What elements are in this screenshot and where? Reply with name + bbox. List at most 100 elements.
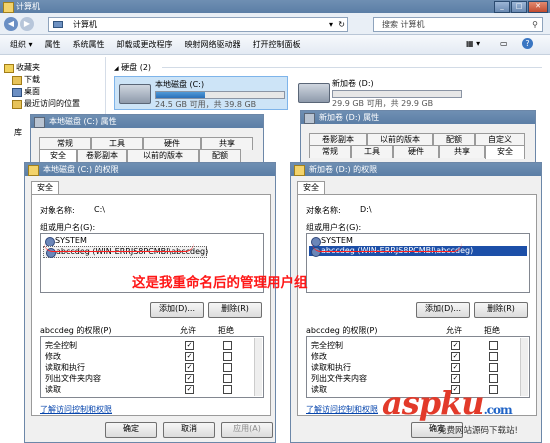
perm-c-add-button[interactable]: 添加(D)... [150, 302, 204, 318]
deny-checkbox[interactable] [489, 341, 498, 350]
tab-sharing[interactable]: 共享 [439, 145, 485, 158]
drive-d-usage-bar [332, 90, 462, 98]
watermark-tagline: 免费网站源码下载站! [438, 426, 518, 436]
permission-label: 读取 [45, 385, 61, 394]
star-icon [4, 64, 14, 73]
computer-small-icon [53, 21, 63, 28]
deny-checkbox[interactable] [223, 374, 232, 383]
deny-checkbox[interactable] [223, 363, 232, 372]
allow-checkbox[interactable] [451, 374, 460, 383]
back-icon[interactable]: ◀ [4, 17, 18, 31]
perm-d-help-link[interactable]: 了解访问控制和权限 [306, 404, 378, 415]
deny-checkbox[interactable] [223, 385, 232, 394]
tab-general[interactable]: 常规 [309, 145, 351, 158]
allow-checkbox[interactable] [451, 363, 460, 372]
permission-scrollbar[interactable] [254, 338, 262, 396]
menu-organize[interactable]: 组织 ▾ [10, 39, 33, 50]
drive-small-icon [304, 113, 315, 124]
props-c-titlebar[interactable]: 本地磁盘 (C:) 属性 [31, 115, 263, 128]
tab-shadow-copies[interactable]: 卷影副本 [77, 149, 127, 162]
allow-checkbox[interactable] [451, 341, 460, 350]
deny-checkbox[interactable] [489, 363, 498, 372]
allow-checkbox[interactable] [451, 352, 460, 361]
tab-previous-versions[interactable]: 以前的版本 [127, 149, 199, 162]
folder-icon [12, 76, 22, 85]
help-icon[interactable]: ? [522, 38, 533, 49]
drive-c-name: 本地磁盘 (C:) [155, 80, 205, 89]
perm-d-user-list[interactable]: SYSTEM abccdeg (WIN-ERRJS8PCMBI\abccdeg) [306, 233, 530, 293]
drive-c-info: 24.5 GB 可用，共 39.8 GB [155, 100, 257, 109]
explorer-titlebar[interactable]: 计算机 _ □ ✕ [0, 0, 550, 13]
perm-c-tab-security[interactable]: 安全 [31, 181, 59, 195]
perm-c-remove-button[interactable]: 删除(R) [208, 302, 262, 318]
permission-label: 完全控制 [311, 341, 343, 350]
deny-checkbox[interactable] [223, 341, 232, 350]
drive-small-icon [34, 117, 45, 128]
address-bar[interactable]: 计算机 ▾ ↻ [48, 17, 348, 32]
allow-checkbox[interactable] [185, 352, 194, 361]
annotation-underline-d [312, 243, 462, 252]
forward-icon[interactable]: ▶ [20, 17, 34, 31]
perm-d-titlebar[interactable]: 新加卷 (D:) 的权限 [291, 163, 541, 176]
minimize-button[interactable]: _ [494, 1, 510, 13]
desktop-icon [12, 88, 22, 97]
props-d-titlebar[interactable]: 新加卷 (D:) 属性 [301, 111, 535, 124]
perm-c-cancel-button[interactable]: 取消 [163, 422, 215, 438]
drive-d-name: 新加卷 (D:) [332, 79, 374, 88]
tab-tools[interactable]: 工具 [351, 145, 393, 158]
allow-checkbox[interactable] [185, 374, 194, 383]
menu-control-panel[interactable]: 打开控制面板 [253, 39, 301, 50]
drive-tile-d[interactable]: 新加卷 (D:) 29.9 GB 可用，共 29.9 GB [294, 76, 468, 110]
deny-checkbox[interactable] [489, 374, 498, 383]
perm-c-dialog: 本地磁盘 (C:) 的权限 安全 对象名称: C:\ 组或用户名(G): SYS… [24, 162, 276, 443]
menu-map-drive[interactable]: 映射网络驱动器 [185, 39, 241, 50]
perm-d-add-button[interactable]: 添加(D)... [416, 302, 470, 318]
deny-checkbox[interactable] [223, 352, 232, 361]
tab-security[interactable]: 安全 [39, 149, 77, 163]
close-button[interactable]: ✕ [528, 1, 548, 13]
tab-quota[interactable]: 配额 [199, 149, 241, 162]
drive-tile-c[interactable]: 本地磁盘 (C:) 24.5 GB 可用，共 39.8 GB [114, 76, 288, 110]
deny-checkbox[interactable] [489, 352, 498, 361]
menu-uninstall[interactable]: 卸载或更改程序 [117, 39, 173, 50]
permission-label: 列出文件夹内容 [45, 374, 101, 383]
window-controls: _ □ ✕ [494, 1, 548, 13]
refresh-icon[interactable]: ↻ [338, 18, 345, 31]
menu-system-properties[interactable]: 系统属性 [73, 39, 105, 50]
search-input[interactable]: 搜索 计算机 ⚲ [373, 17, 543, 32]
sidebar-item-libraries[interactable]: 库 [14, 127, 22, 138]
permission-label: 读取 [311, 385, 327, 394]
maximize-button[interactable]: □ [511, 1, 527, 13]
view-options-icon[interactable]: ▦ ▾ [466, 39, 480, 48]
perm-d-tab-security[interactable]: 安全 [297, 181, 325, 195]
perm-c-ok-button[interactable]: 确定 [105, 422, 157, 438]
perm-c-help-link[interactable]: 了解访问控制和权限 [40, 404, 112, 415]
allow-checkbox[interactable] [185, 341, 194, 350]
hard-drive-icon [119, 84, 151, 104]
address-dropdown-icon[interactable]: ▾ [329, 18, 333, 31]
perm-d-panel: 对象名称: D:\ 组或用户名(G): SYSTEM abccdeg (WIN-… [297, 194, 537, 416]
tab-hardware[interactable]: 硬件 [393, 145, 439, 158]
permission-label: 完全控制 [45, 341, 77, 350]
perm-c-apply-button: 应用(A) [221, 422, 273, 438]
sidebar-item-desktop[interactable]: 桌面 [0, 86, 100, 98]
section-header[interactable]: ◢ 硬盘 (2) [114, 62, 544, 72]
menu-properties[interactable]: 属性 [45, 39, 61, 50]
allow-checkbox[interactable] [185, 363, 194, 372]
allow-checkbox[interactable] [185, 385, 194, 394]
perm-d-remove-button[interactable]: 删除(R) [474, 302, 528, 318]
sidebar-item-favorites[interactable]: 收藏夹 [0, 62, 100, 74]
command-bar: 组织 ▾ 属性 系统属性 卸载或更改程序 映射网络驱动器 打开控制面板 ▦ ▾ … [0, 35, 550, 55]
hard-drive-icon [298, 83, 330, 103]
search-icon[interactable]: ⚲ [532, 18, 538, 31]
drive-c-usage-bar [155, 91, 285, 99]
annotation-text: 这是我重命名后的管理用户组 [132, 275, 308, 291]
preview-pane-icon[interactable]: ▭ [500, 39, 508, 48]
tab-security[interactable]: 安全 [485, 145, 525, 159]
sidebar-item-recent[interactable]: 最近访问的位置 [0, 98, 100, 110]
recent-places-icon [12, 100, 22, 109]
sidebar-item-downloads[interactable]: 下载 [0, 74, 100, 86]
permission-label: 读取和执行 [311, 363, 351, 372]
perm-c-titlebar[interactable]: 本地磁盘 (C:) 的权限 [25, 163, 275, 176]
permission-label: 读取和执行 [45, 363, 85, 372]
